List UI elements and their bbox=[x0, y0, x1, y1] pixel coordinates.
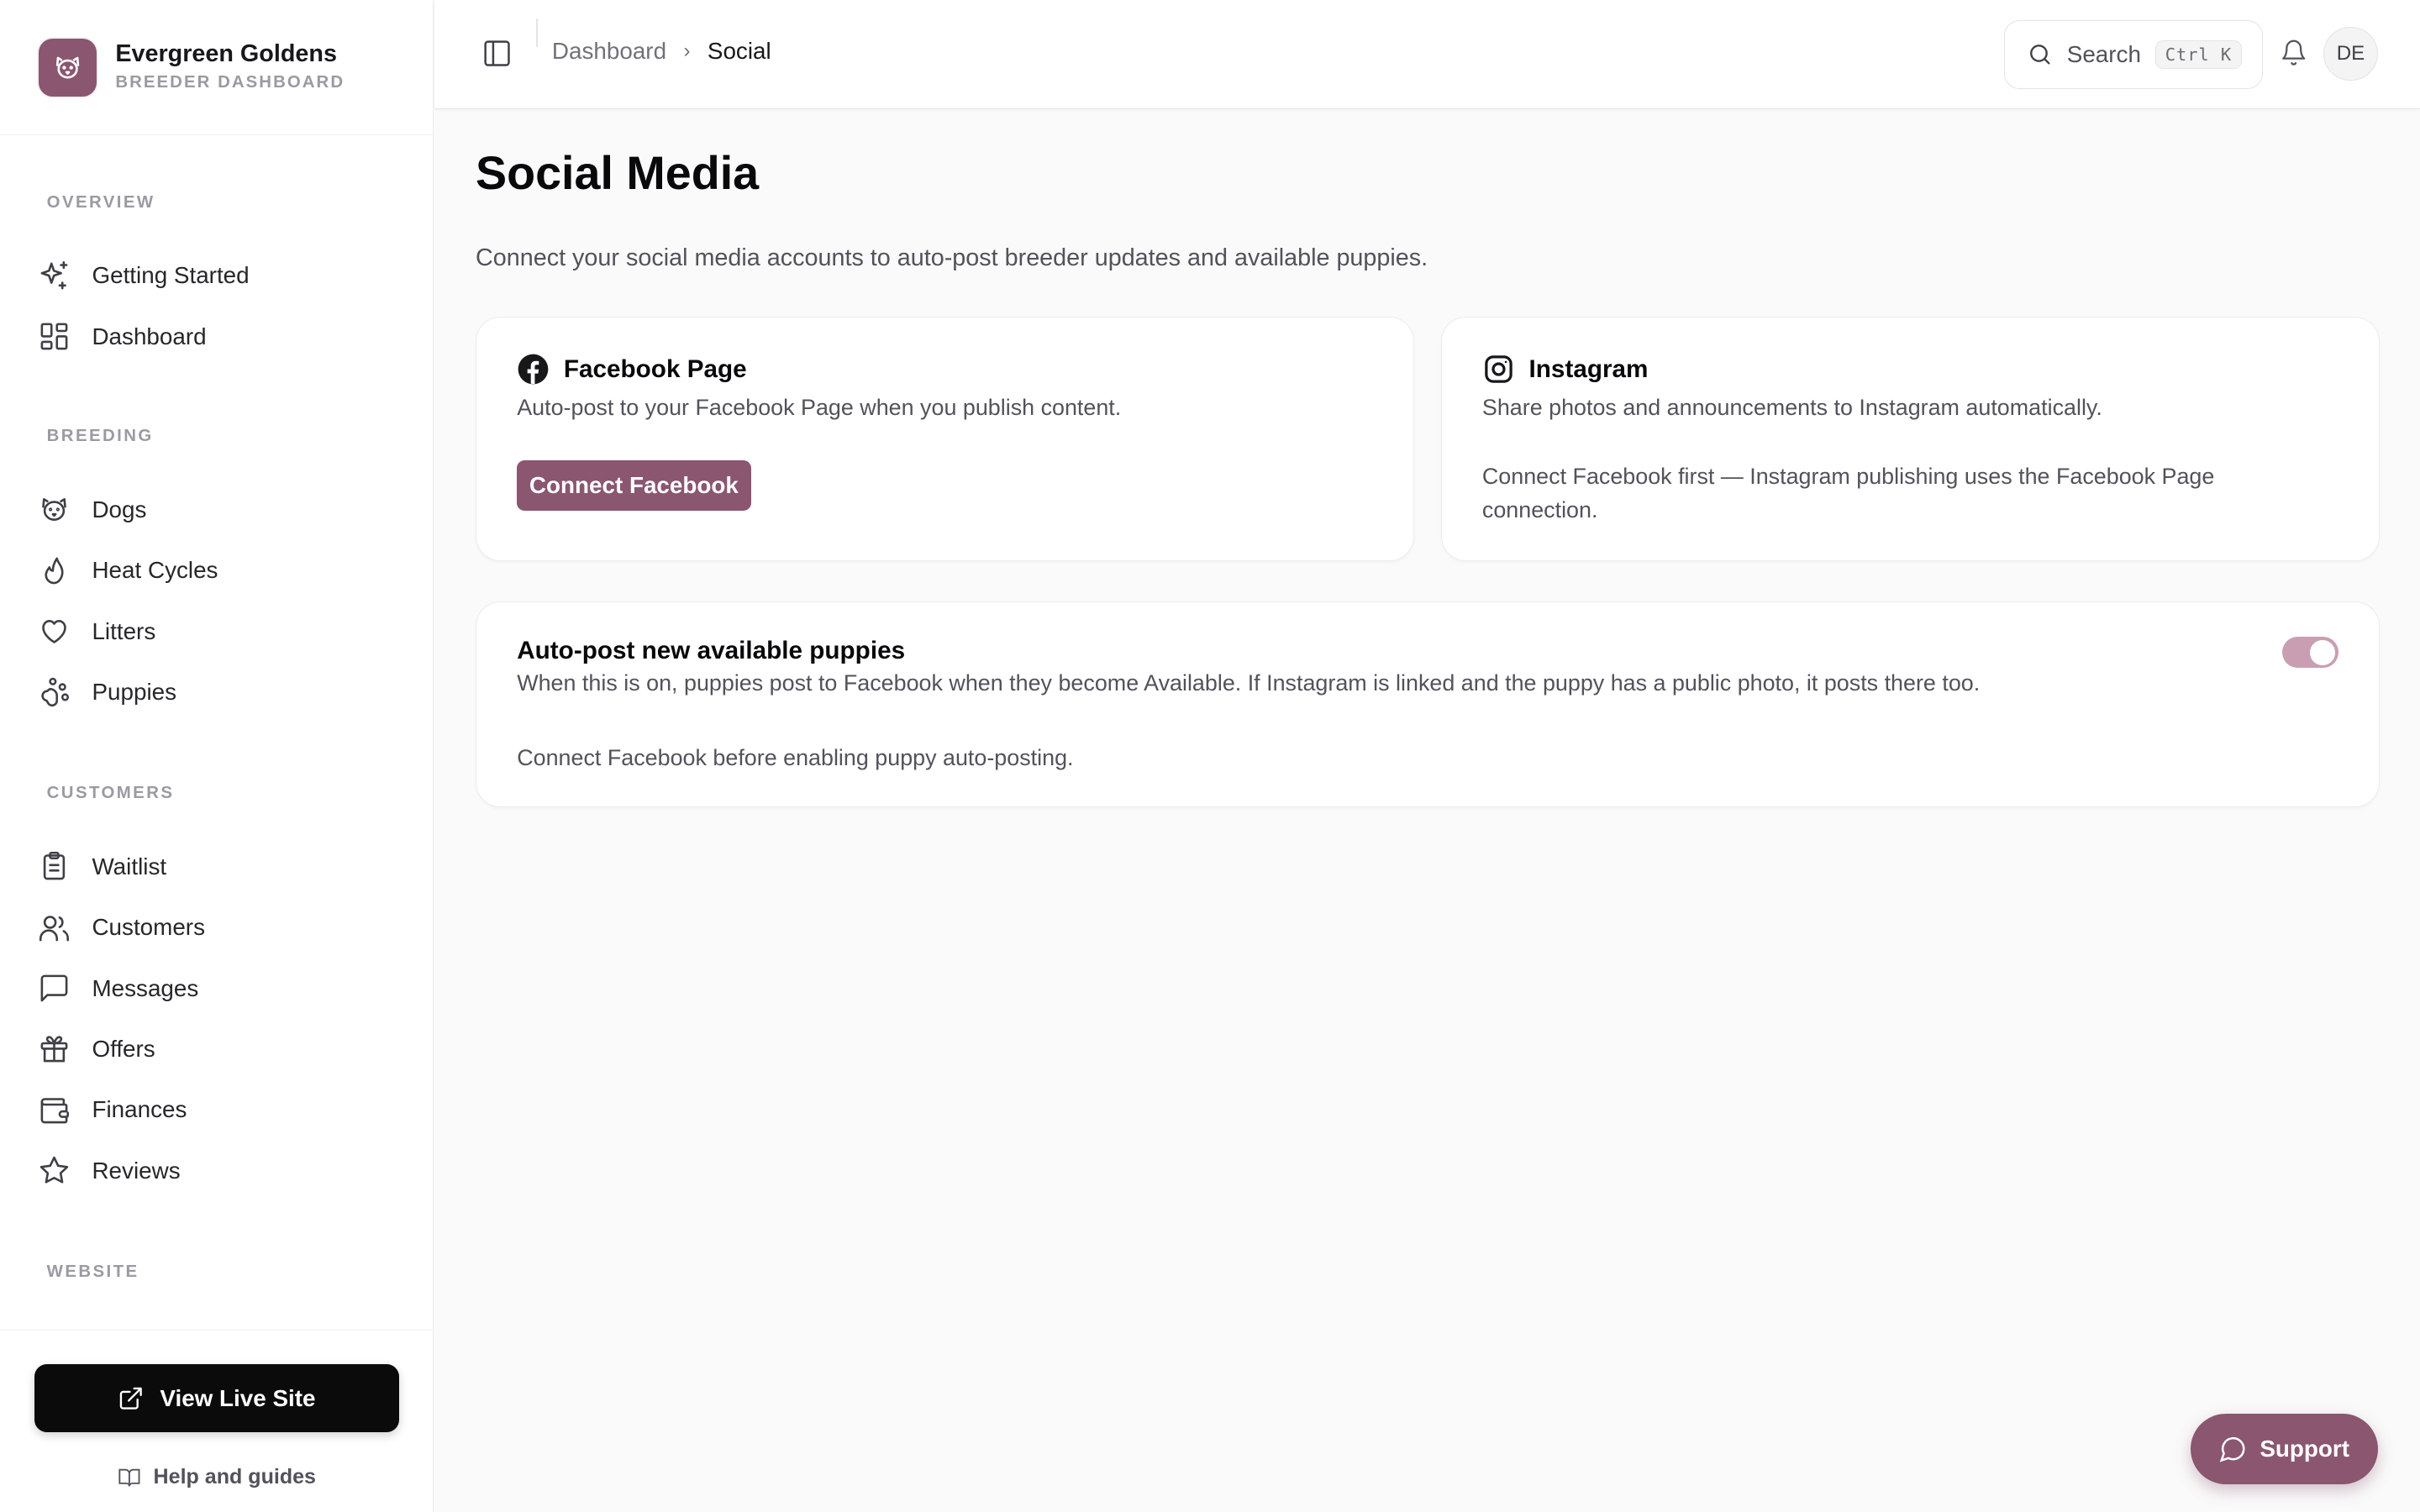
sidebar-item-customers[interactable]: Customers bbox=[38, 902, 406, 952]
sidebar: Evergreen Goldens BREEDER DASHBOARD OVER… bbox=[0, 0, 434, 1512]
breadcrumb-current: Social bbox=[707, 37, 771, 64]
sidebar-item-offers[interactable]: Offers bbox=[38, 1024, 406, 1074]
search-button[interactable]: Search Ctrl K bbox=[2003, 20, 2263, 89]
sidebar-item-waitlist[interactable]: Waitlist bbox=[38, 842, 406, 891]
clipboard-list-icon bbox=[38, 849, 72, 884]
gift-icon bbox=[38, 1032, 72, 1066]
sidebar-item-finances[interactable]: Finances bbox=[38, 1085, 406, 1135]
sidebar-item-label: Litters bbox=[92, 617, 156, 644]
facebook-title-text: Facebook Page bbox=[563, 354, 747, 383]
avatar[interactable]: DE bbox=[2323, 26, 2378, 81]
sidebar-item-messages[interactable]: Messages bbox=[38, 963, 406, 1013]
page-description: Connect your social media accounts to au… bbox=[475, 244, 1428, 272]
instagram-card-description: Share photos and announcements to Instag… bbox=[1481, 394, 2102, 420]
sidebar-item-label: Puppies bbox=[92, 678, 177, 705]
sidebar-item-reviews[interactable]: Reviews bbox=[38, 1146, 406, 1195]
nav-section-overview: OVERVIEW bbox=[46, 193, 155, 213]
sidebar-item-puppies[interactable]: Puppies bbox=[38, 667, 406, 717]
users-icon bbox=[38, 911, 72, 945]
search-label: Search bbox=[2066, 40, 2141, 67]
dog-icon bbox=[38, 492, 72, 527]
external-link-icon bbox=[120, 1387, 143, 1410]
sidebar-item-label: Dogs bbox=[92, 496, 147, 522]
support-button[interactable]: Support bbox=[2191, 1414, 2378, 1484]
app-root: Evergreen Goldens BREEDER DASHBOARD OVER… bbox=[0, 0, 2420, 1512]
brand-subtitle: BREEDER DASHBOARD bbox=[115, 73, 345, 92]
sidebar-item-label: Heat Cycles bbox=[92, 557, 218, 584]
sidebar-item-getting-started[interactable]: Getting Started bbox=[38, 251, 406, 301]
sidebar-item-heat-cycles[interactable]: Heat Cycles bbox=[38, 545, 406, 595]
book-open-icon bbox=[118, 1468, 140, 1487]
chevron-right-icon: › bbox=[683, 39, 691, 62]
help-and-guides-link[interactable]: Help and guides bbox=[0, 1465, 434, 1489]
view-live-site-button[interactable]: View Live Site bbox=[34, 1363, 400, 1433]
brand-header: Evergreen Goldens BREEDER DASHBOARD bbox=[0, 0, 434, 136]
sidebar-item-litters[interactable]: Litters bbox=[38, 606, 406, 656]
autopost-card: Auto-post new available puppies When thi… bbox=[475, 601, 2380, 808]
toolbar-divider bbox=[536, 18, 539, 47]
breadcrumb-dashboard[interactable]: Dashboard bbox=[552, 38, 666, 65]
instagram-title-text: Instagram bbox=[1528, 354, 1649, 383]
autopost-note: Connect Facebook before enabling puppy a… bbox=[517, 745, 1074, 771]
connect-facebook-button[interactable]: Connect Facebook bbox=[517, 460, 751, 511]
search-icon bbox=[2029, 45, 2050, 65]
sidebar-item-label: Dashboard bbox=[92, 323, 207, 349]
layout-grid-icon bbox=[38, 319, 72, 354]
notifications-button[interactable] bbox=[2280, 39, 2311, 70]
facebook-card-title: Facebook Page bbox=[517, 353, 747, 386]
search-shortcut: Ctrl K bbox=[2154, 40, 2243, 69]
facebook-icon bbox=[518, 354, 549, 385]
sidebar-item-label: Messages bbox=[92, 974, 199, 1001]
toggle-knob bbox=[2310, 639, 2335, 665]
nav-section-website: WEBSITE bbox=[46, 1263, 139, 1282]
breadcrumb: Dashboard › Social bbox=[552, 38, 771, 65]
sidebar-item-label: Customers bbox=[92, 914, 205, 941]
instagram-card-note: Connect Facebook first — Instagram publi… bbox=[1481, 463, 2215, 523]
brand-name: Evergreen Goldens bbox=[115, 40, 337, 68]
top-bar: Dashboard › Social Search Ctrl K DE bbox=[434, 0, 2420, 109]
sidebar-item-label: Finances bbox=[92, 1096, 187, 1123]
wallet-icon bbox=[38, 1093, 72, 1127]
sparkles-icon bbox=[38, 259, 72, 293]
autopost-title: Auto-post new available puppies bbox=[517, 637, 906, 665]
sidebar-item-label: Getting Started bbox=[92, 262, 250, 289]
support-label: Support bbox=[2260, 1435, 2350, 1462]
message-circle-icon bbox=[2219, 1437, 2245, 1462]
sidebar-item-dogs[interactable]: Dogs bbox=[38, 485, 406, 534]
autopost-toggle[interactable] bbox=[2281, 637, 2338, 669]
panel-left-icon bbox=[484, 39, 511, 66]
star-icon bbox=[38, 1153, 72, 1188]
heart-icon bbox=[38, 614, 72, 648]
autopost-description: When this is on, puppies post to Faceboo… bbox=[517, 670, 1981, 696]
facebook-card: Facebook Page Auto-post to your Facebook… bbox=[475, 316, 1415, 562]
instagram-card-title: Instagram bbox=[1482, 353, 1649, 386]
paw-print-icon bbox=[38, 675, 72, 710]
nav-section-customers: CUSTOMERS bbox=[46, 784, 175, 803]
sidebar-item-dashboard[interactable]: Dashboard bbox=[38, 312, 406, 361]
page-title: Social Media bbox=[475, 147, 760, 200]
flame-icon bbox=[38, 554, 72, 588]
nav-section-breeding: BREEDING bbox=[46, 427, 154, 446]
sidebar-toggle-button[interactable] bbox=[481, 38, 516, 72]
facebook-card-description: Auto-post to your Facebook Page when you… bbox=[517, 394, 1122, 420]
bell-icon bbox=[2282, 40, 2306, 66]
instagram-card: Instagram Share photos and announcements… bbox=[1440, 316, 2380, 562]
message-square-icon bbox=[38, 971, 72, 1005]
instagram-icon bbox=[1485, 355, 1512, 384]
sidebar-item-label: Offers bbox=[92, 1035, 155, 1062]
view-live-site-label: View Live Site bbox=[160, 1384, 316, 1411]
help-and-guides-label: Help and guides bbox=[153, 1465, 316, 1489]
dog-face-icon bbox=[39, 39, 97, 97]
sidebar-item-label: Waitlist bbox=[92, 853, 167, 879]
sidebar-item-label: Reviews bbox=[92, 1157, 181, 1184]
